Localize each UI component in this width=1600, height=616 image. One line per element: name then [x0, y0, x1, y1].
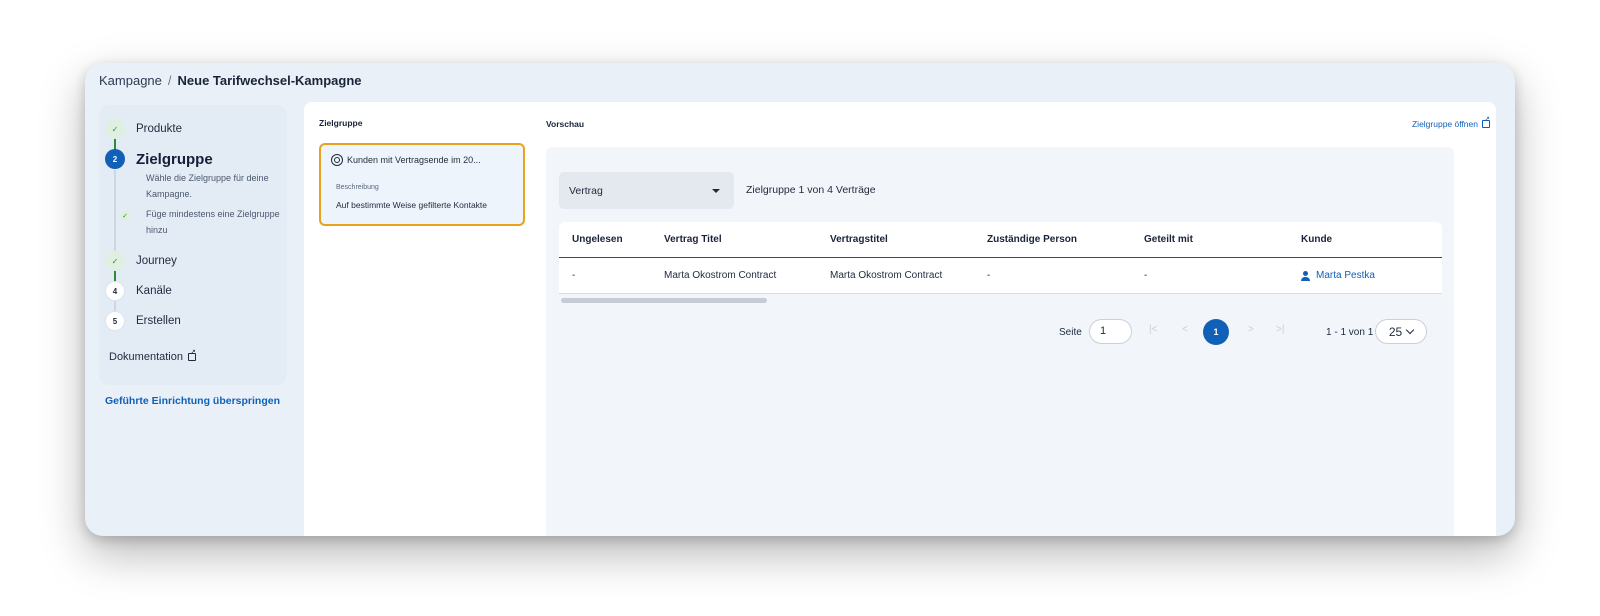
step-journey[interactable]: ✓ Journey [105, 251, 177, 271]
column-header[interactable]: Ungelesen [559, 234, 651, 245]
step-zielgruppe[interactable]: 2 Zielgruppe [105, 149, 213, 169]
select-value: Vertrag [569, 184, 603, 197]
step-erstellen[interactable]: 5 Erstellen [105, 311, 181, 331]
step-label: Kanäle [136, 285, 172, 297]
entity-select[interactable]: Vertrag [559, 172, 734, 209]
per-page-value: 25 [1388, 324, 1403, 339]
step-label: Journey [136, 255, 177, 267]
step-produkte[interactable]: ✓ Produkte [105, 119, 182, 139]
table-header-row: Ungelesen Vertrag Titel Vertragstitel Zu… [559, 222, 1442, 258]
breadcrumb-root[interactable]: Kampagne [99, 73, 162, 88]
column-header[interactable]: Vertragstitel [817, 234, 974, 245]
open-zielgruppe-link[interactable]: Zielgruppe öffnen [1411, 115, 1490, 129]
app-window: Kampagne / Neue Tarifwechsel-Kampagne ✓ … [85, 63, 1515, 536]
preview-panel: Vertrag Zielgruppe 1 von 4 Verträge Unge… [546, 147, 1454, 536]
next-page-button[interactable]: > [1248, 324, 1254, 335]
description-label: Beschreibung [336, 184, 379, 191]
table-cell: - [572, 270, 576, 281]
step-description: Wähle die Zielgruppe für deine Kampagne. [146, 173, 269, 199]
documentation-label: Dokumentation [109, 351, 183, 363]
external-link-icon [1482, 115, 1490, 128]
check-icon: ✓ [120, 211, 130, 221]
step-connector [114, 170, 116, 256]
pagination: Seite 1 |< < 1 > >| 1 - 1 von 1 25 [546, 319, 1454, 349]
person-icon [1301, 270, 1310, 281]
step-kanaele[interactable]: 4 Kanäle [105, 281, 172, 301]
step-label: Erstellen [136, 315, 181, 327]
customer-link[interactable]: Marta Pestka [1301, 270, 1442, 281]
page-input[interactable]: 1 [1089, 319, 1132, 344]
substep-label: Füge mindestens eine Zielgruppe hinzu [146, 209, 280, 235]
step-label: Produkte [136, 123, 183, 135]
zielgruppe-title: Zielgruppe [319, 118, 363, 128]
prev-page-button[interactable]: < [1182, 324, 1188, 335]
open-zielgruppe-label: Zielgruppe öffnen [1411, 119, 1478, 129]
horizontal-scrollbar[interactable] [561, 298, 767, 303]
column-header[interactable]: Kunde [1288, 234, 1442, 245]
page-label: Seite [1059, 327, 1082, 338]
column-header[interactable]: Geteilt mit [1131, 234, 1288, 245]
chevron-down-icon [1405, 325, 1415, 335]
step-number: 4 [105, 281, 125, 301]
table-cell: Marta Okostrom Contract [830, 270, 943, 281]
skip-setup-link[interactable]: Geführte Einrichtung überspringen [105, 395, 280, 407]
zielgruppe-card[interactable]: Kunden mit Vertragsende im 20... Beschre… [319, 143, 525, 226]
step-number: 5 [105, 311, 125, 331]
description-text: Auf bestimmte Weise gefilterte Kontakte [336, 200, 488, 210]
setup-stepper: ✓ Produkte 2 Zielgruppe Wähle die Zielgr… [99, 105, 287, 385]
first-page-button[interactable]: |< [1149, 324, 1157, 335]
vorschau-title: Vorschau [546, 119, 585, 129]
select-info: Zielgruppe 1 von 4 Verträge [746, 184, 876, 196]
last-page-button[interactable]: >| [1276, 324, 1284, 335]
breadcrumb-current: Neue Tarifwechsel-Kampagne [177, 73, 362, 88]
caret-down-icon [712, 188, 720, 193]
customer-name: Marta Pestka [1316, 270, 1375, 281]
documentation-link[interactable]: Dokumentation [109, 348, 196, 363]
range-label: 1 - 1 von 1 [1326, 327, 1374, 338]
target-icon [331, 154, 343, 166]
main-panel: Zielgruppe Kunden mit Vertragsende im 20… [304, 102, 1496, 536]
column-header[interactable]: Zuständige Person [974, 234, 1131, 245]
page-button-current[interactable]: 1 [1203, 319, 1229, 345]
breadcrumb: Kampagne / Neue Tarifwechsel-Kampagne [99, 73, 362, 88]
per-page-select[interactable]: 25 [1375, 319, 1427, 344]
check-icon: ✓ [105, 251, 125, 271]
column-header[interactable]: Vertrag Titel [651, 234, 817, 245]
customer-cell: Marta Pestka [1288, 270, 1442, 281]
step-label: Zielgruppe [136, 150, 213, 168]
table-cell: Marta Okostrom Contract [664, 270, 777, 281]
breadcrumb-separator: / [167, 73, 172, 88]
preview-table: Ungelesen Vertrag Titel Vertragstitel Zu… [559, 222, 1442, 294]
table-cell: - [1144, 270, 1148, 281]
check-icon: ✓ [105, 119, 125, 139]
zielgruppe-name: Kunden mit Vertragsende im 20... [347, 155, 481, 165]
table-cell: - [987, 270, 991, 281]
external-link-icon [188, 348, 196, 361]
step-number: 2 [105, 149, 125, 169]
zielgruppe-card-header: Kunden mit Vertragsende im 20... [331, 154, 481, 166]
table-row[interactable]: - Marta Okostrom Contract Marta Okostrom… [559, 258, 1442, 294]
